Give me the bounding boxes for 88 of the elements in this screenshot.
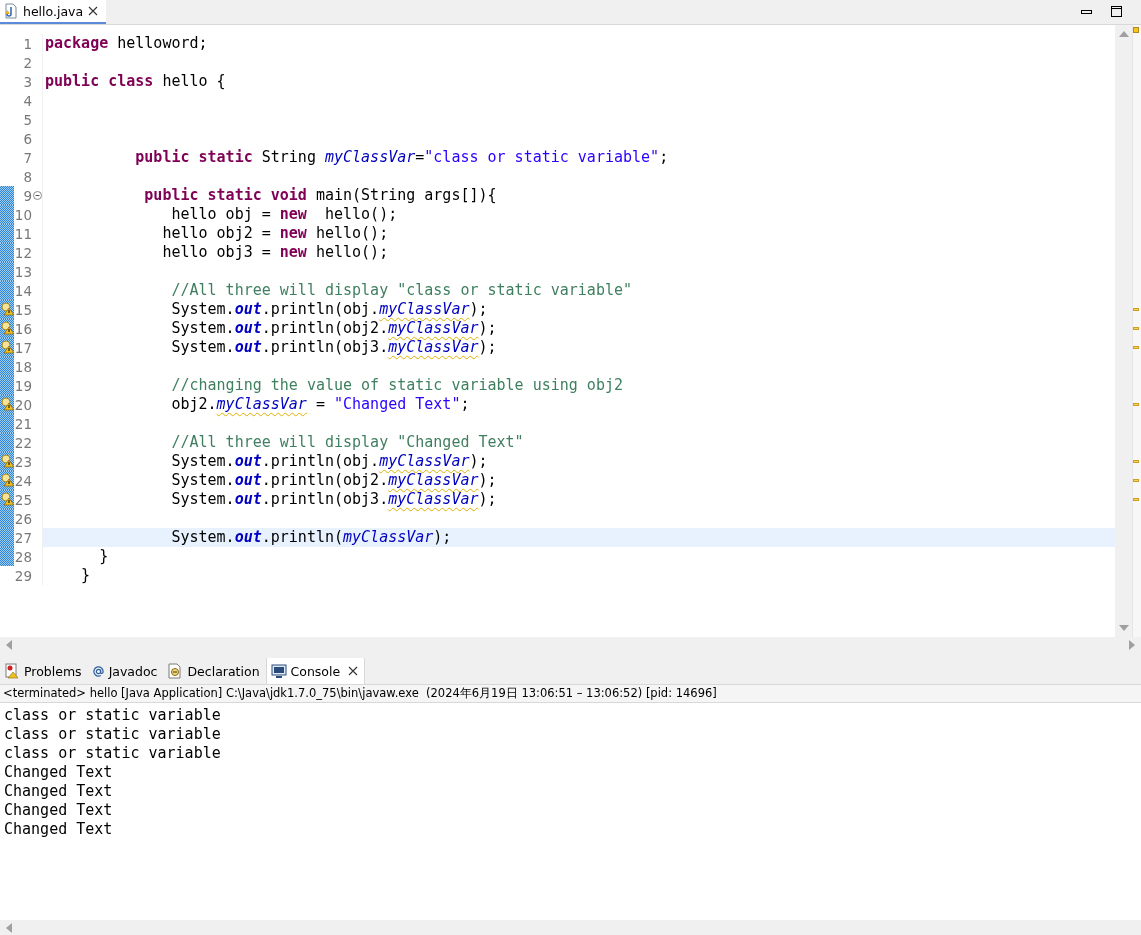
line-number: 26: [14, 510, 32, 527]
code-line: obj2.myClassVar = "Changed Text";: [170, 395, 470, 413]
warning-marker[interactable]: [1133, 498, 1139, 501]
line-number: 18: [14, 358, 32, 375]
line-number: 3: [22, 73, 32, 90]
console-line: Changed Text: [3, 801, 114, 820]
code-line: public class hello {: [45, 72, 226, 90]
line-number: 8: [22, 168, 32, 185]
code-line: //All three will display "Changed Text": [170, 433, 524, 451]
scroll-down-icon[interactable]: [1118, 625, 1129, 631]
code-line: System.out.println(myClassVar);: [170, 528, 452, 546]
horizontal-scrollbar[interactable]: [0, 920, 1141, 935]
warning-marker[interactable]: [1133, 308, 1139, 311]
line-number: 20: [14, 396, 32, 413]
line-number: 9: [22, 187, 32, 204]
declaration-icon: [167, 663, 184, 679]
scroll-left-icon[interactable]: [6, 639, 12, 650]
line-number: 16: [14, 320, 32, 337]
warning-marker[interactable]: [1133, 460, 1139, 463]
panel-tab[interactable]: Declaration: [163, 658, 266, 684]
scroll-left-icon[interactable]: [6, 922, 12, 933]
line-number: 29: [14, 567, 32, 584]
warning-marker[interactable]: [1133, 479, 1139, 482]
line-number: 4: [22, 92, 32, 109]
console-line: class or static variable: [3, 725, 222, 744]
minimize-icon[interactable]: [1081, 9, 1093, 15]
problems-icon: [4, 663, 20, 679]
line-number: 25: [14, 491, 32, 508]
line-number: 6: [22, 130, 32, 147]
line-number: 22: [14, 434, 32, 451]
line-number: 11: [14, 225, 32, 242]
line-number: 10: [14, 206, 32, 223]
line-number: 23: [14, 453, 32, 470]
at-sign-icon: [91, 664, 105, 678]
code-line: System.out.println(obj3.myClassVar);: [170, 338, 497, 356]
console-line: Changed Text: [3, 782, 114, 801]
line-number: 2: [22, 54, 32, 71]
line-number: 19: [14, 377, 32, 394]
line-number: 21: [14, 415, 32, 432]
panel-tab[interactable]: Console: [265, 658, 366, 684]
code-line: }: [80, 566, 91, 584]
close-icon[interactable]: [348, 666, 359, 676]
maximize-icon[interactable]: [1111, 6, 1123, 18]
code-line: hello obj3 = new hello();: [161, 243, 389, 261]
code-line: System.out.println(obj.myClassVar);: [170, 300, 488, 318]
panel-tab[interactable]: Problems: [0, 658, 88, 684]
vertical-scrollbar[interactable]: [1115, 25, 1132, 637]
line-number: 15: [14, 301, 32, 318]
fold-icon[interactable]: [33, 191, 42, 200]
line-number: 5: [22, 111, 32, 128]
console-line: class or static variable: [3, 706, 222, 725]
code-line: //All three will display "class or static variable": [170, 281, 632, 299]
code-line: System.out.println(obj3.myClassVar);: [170, 490, 497, 508]
code-line: public static void main(String args[]){: [143, 186, 497, 204]
scroll-right-icon[interactable]: [1129, 639, 1135, 650]
code-line: }: [98, 547, 109, 565]
code-line: public static String myClassVar="class or static variable";: [134, 148, 669, 166]
close-icon[interactable]: [88, 6, 99, 16]
code-line: System.out.println(obj.myClassVar);: [170, 452, 488, 470]
line-number: 27: [14, 529, 32, 546]
horizontal-scrollbar[interactable]: [0, 637, 1141, 652]
code-line: package helloword;: [45, 34, 208, 52]
console-line: Changed Text: [3, 820, 114, 839]
code-line: //changing the value of static variable using obj2: [170, 376, 623, 394]
console-line: Changed Text: [3, 763, 114, 782]
warning-marker[interactable]: [1133, 403, 1139, 406]
line-number: 7: [22, 149, 32, 166]
scroll-up-icon[interactable]: [1118, 31, 1129, 37]
code-line: System.out.println(obj2.myClassVar);: [170, 319, 497, 337]
line-number: 12: [14, 244, 32, 261]
warning-summary-marker[interactable]: [1133, 27, 1139, 33]
console-line: class or static variable: [3, 744, 222, 763]
code-line: System.out.println(obj2.myClassVar);: [170, 471, 497, 489]
code-line: hello obj = new hello();: [170, 205, 398, 223]
process-status: <terminated> hello [Java Application] C:\Java\jdk1.7.0_75\bin\javaw.exe (2024年6月19日 13:06:51 – 13:06:52) [pid: 14696]: [0, 685, 1141, 703]
line-number: 1: [22, 35, 32, 52]
line-number: 13: [14, 263, 32, 280]
warning-marker[interactable]: [1133, 327, 1139, 330]
warning-marker[interactable]: [1133, 346, 1139, 349]
line-number: 14: [14, 282, 32, 299]
line-number: 24: [14, 472, 32, 489]
panel-tab[interactable]: Javadoc: [87, 658, 164, 684]
line-number: 17: [14, 339, 32, 356]
code-line: hello obj2 = new hello();: [161, 224, 389, 242]
monitor-icon: [270, 663, 287, 679]
editor-tab[interactable]: hello.java: [0, 0, 107, 24]
java-file-icon: [4, 3, 18, 19]
line-number: 28: [14, 548, 32, 565]
